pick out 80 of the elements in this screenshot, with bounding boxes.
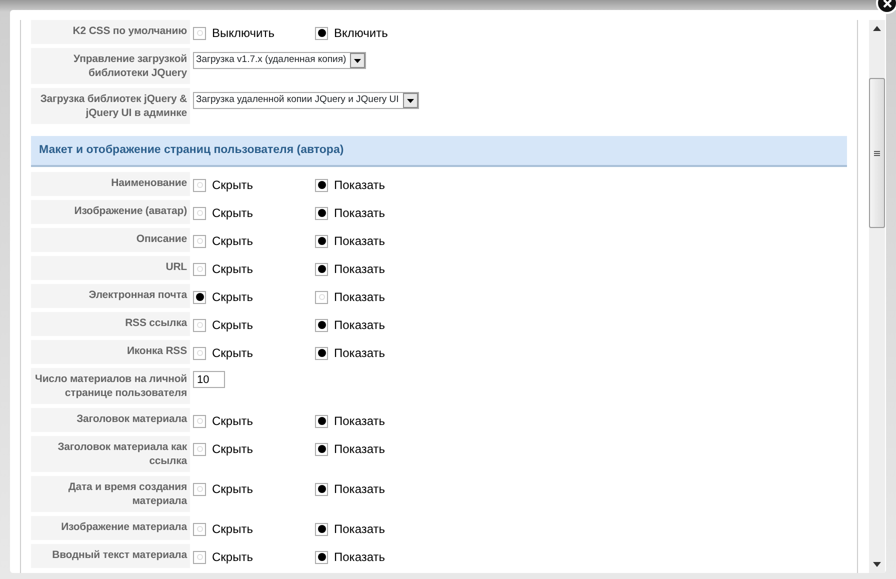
radio-button[interactable]: [193, 290, 206, 304]
radio-button[interactable]: [315, 346, 328, 360]
radio-button[interactable]: [315, 550, 328, 564]
radio-button[interactable]: [193, 26, 206, 40]
radio-button[interactable]: [315, 26, 328, 40]
radio-label[interactable]: Показать: [334, 260, 386, 278]
text-field[interactable]: 10: [193, 371, 225, 388]
radio-label[interactable]: Скрыть: [212, 344, 253, 362]
field-label: RSS ссылка: [31, 312, 190, 336]
radio-button[interactable]: [193, 178, 206, 192]
radio-label[interactable]: Скрыть: [212, 176, 253, 194]
radio-label[interactable]: Скрыть: [212, 316, 253, 334]
radio-label[interactable]: Показать: [334, 344, 386, 362]
radio-label[interactable]: Скрыть: [212, 480, 253, 498]
radio-button[interactable]: [193, 482, 206, 496]
radio-button[interactable]: [315, 442, 328, 456]
close-icon: [882, 0, 892, 8]
field-label: Заголовок материала как ссылка: [31, 436, 190, 472]
radio-label[interactable]: Показать: [334, 288, 386, 306]
radio-label[interactable]: Показать: [334, 232, 386, 250]
radio-button[interactable]: [315, 318, 328, 332]
radio-label[interactable]: Скрыть: [212, 412, 253, 430]
radio-button[interactable]: [315, 482, 328, 496]
select-field[interactable]: Загрузка v1.7.x (удаленная копия): [193, 52, 366, 69]
radio-label[interactable]: Показать: [334, 480, 386, 498]
radio-label[interactable]: Скрыть: [212, 548, 253, 566]
radio-button[interactable]: [193, 414, 206, 428]
field-label: Описание: [31, 228, 190, 252]
radio-button[interactable]: [193, 262, 206, 276]
radio-label[interactable]: Скрыть: [212, 440, 253, 458]
radio-label[interactable]: Показать: [334, 520, 386, 538]
radio-button[interactable]: [193, 318, 206, 332]
radio-button[interactable]: [315, 206, 328, 220]
field-label: Число материалов на личной странице пользователя: [31, 368, 190, 404]
radio-button[interactable]: [315, 234, 328, 248]
radio-label[interactable]: Показать: [334, 316, 386, 334]
scrollbar[interactable]: [869, 20, 885, 573]
field-label: Заголовок материала: [31, 408, 190, 432]
field-label: K2 CSS по умолчанию: [31, 20, 190, 44]
scroll-up-icon[interactable]: [873, 26, 881, 31]
grip-icon: [874, 150, 880, 156]
field-label: Управление загрузкой библиотеки JQuery: [31, 48, 190, 84]
field-label: Наименование: [31, 172, 190, 196]
radio-button[interactable]: [193, 550, 206, 564]
radio-label[interactable]: Скрыть: [212, 232, 253, 250]
radio-button[interactable]: [193, 234, 206, 248]
radio-label[interactable]: Включить: [334, 24, 388, 42]
caret-icon: [406, 98, 414, 102]
radio-label[interactable]: Показать: [334, 412, 386, 430]
field-label: Изображение (аватар): [31, 200, 190, 224]
radio-label[interactable]: Выключить: [212, 24, 274, 42]
radio-button[interactable]: [193, 442, 206, 456]
radio-label[interactable]: Скрыть: [212, 260, 253, 278]
radio-label[interactable]: Скрыть: [212, 204, 253, 222]
field-label: Дата и время создания материала: [31, 476, 190, 512]
radio-button[interactable]: [315, 178, 328, 192]
radio-label[interactable]: Скрыть: [212, 520, 253, 538]
radio-label[interactable]: Показать: [334, 548, 386, 566]
radio-button[interactable]: [315, 522, 328, 536]
scroll-down-icon[interactable]: [873, 562, 881, 567]
radio-button[interactable]: [315, 414, 328, 428]
section-heading: Макет и отображение страниц пользователя (автора): [31, 136, 847, 168]
radio-label[interactable]: Показать: [334, 176, 386, 194]
scrollbar-thumb[interactable]: [869, 78, 885, 228]
field-label: Загрузка библиотек jQuery & jQuery UI в админке: [31, 88, 190, 124]
radio-label[interactable]: Скрыть: [212, 288, 253, 306]
radio-button[interactable]: [193, 522, 206, 536]
radio-label[interactable]: Показать: [334, 440, 386, 458]
select-field[interactable]: Загрузка удаленной копии JQuery и JQuery UI: [193, 92, 419, 109]
field-label: Вводный текст материала: [31, 544, 190, 568]
field-label: Электронная почта: [31, 284, 190, 308]
radio-button[interactable]: [193, 206, 206, 220]
field-label: Иконка RSS: [31, 340, 190, 364]
radio-label[interactable]: Показать: [334, 204, 386, 222]
field-label: URL: [31, 256, 190, 280]
caret-icon: [354, 58, 362, 62]
radio-button[interactable]: [315, 290, 328, 304]
radio-button[interactable]: [315, 262, 328, 276]
field-label: Изображение материала: [31, 516, 190, 540]
radio-button[interactable]: [193, 346, 206, 360]
